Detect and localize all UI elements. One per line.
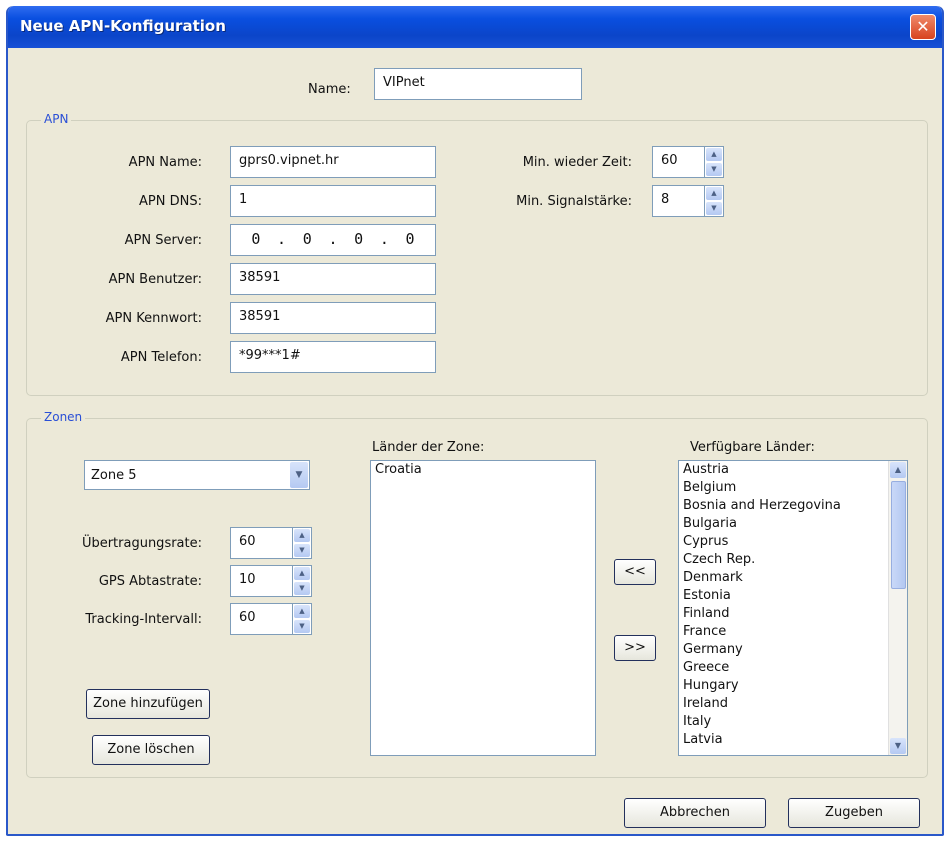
submit-button[interactable]: Zugeben (788, 798, 920, 828)
min-time-label: Min. wieder Zeit: (522, 155, 632, 170)
tracking-label: Tracking-Intervall: (85, 612, 202, 627)
available-countries-label: Verfügbare Länder: (690, 440, 815, 455)
cancel-button[interactable]: Abbrechen (624, 798, 766, 828)
min-time-spinner[interactable]: 60 ▲ ▼ (652, 146, 724, 178)
list-item[interactable]: Hungary (679, 677, 907, 695)
scroll-down-icon[interactable]: ▼ (890, 738, 906, 754)
name-input[interactable]: VIPnet (374, 68, 582, 100)
list-item[interactable]: Greece (679, 659, 907, 677)
apn-password-input[interactable]: 38591 (230, 302, 436, 334)
min-signal-label: Min. Signalstärke: (516, 194, 632, 209)
zone-select-value: Zone 5 (91, 468, 137, 483)
min-time-value[interactable]: 60 (652, 146, 704, 178)
close-icon: ✕ (916, 17, 930, 36)
spin-up-icon[interactable]: ▲ (706, 148, 722, 161)
zone-countries-label: Länder der Zone: (372, 440, 485, 455)
spin-up-icon[interactable]: ▲ (294, 567, 310, 580)
list-item[interactable]: Italy (679, 713, 907, 731)
apn-server-ip-input[interactable]: 0 . 0 . 0 . 0 (230, 224, 436, 256)
apn-user-label: APN Benutzer: (108, 272, 202, 287)
ip-octet[interactable]: 0 (303, 230, 312, 250)
list-item[interactable]: Croatia (371, 461, 595, 479)
list-item[interactable]: Ireland (679, 695, 907, 713)
ip-octet[interactable]: 0 (406, 230, 415, 250)
ip-dot: . (379, 230, 389, 248)
scrollbar[interactable]: ▲ ▼ (888, 461, 907, 755)
spin-down-icon[interactable]: ▼ (706, 202, 722, 215)
gps-value[interactable]: 10 (230, 565, 292, 597)
apn-name-label: APN Name: (128, 155, 202, 170)
zone-countries-list[interactable]: Croatia (370, 460, 596, 756)
scroll-up-icon[interactable]: ▲ (890, 462, 906, 478)
tracking-value[interactable]: 60 (230, 603, 292, 635)
list-item[interactable]: Estonia (679, 587, 907, 605)
spin-down-icon[interactable]: ▼ (706, 163, 722, 176)
rate-spinner[interactable]: 60 ▲ ▼ (230, 527, 312, 559)
apn-name-input[interactable]: gprs0.vipnet.hr (230, 146, 436, 178)
apn-user-input[interactable]: 38591 (230, 263, 436, 295)
apn-config-dialog: Neue APN-Konfiguration ✕ Name: VIPnet AP… (6, 6, 944, 836)
spin-down-icon[interactable]: ▼ (294, 620, 310, 633)
zone-select[interactable]: Zone 5 ▼ (84, 460, 310, 490)
close-button[interactable]: ✕ (910, 14, 936, 40)
apn-dns-label: APN DNS: (139, 194, 202, 209)
list-item[interactable]: Finland (679, 605, 907, 623)
title-bar[interactable]: Neue APN-Konfiguration ✕ (8, 6, 942, 48)
spin-up-icon[interactable]: ▲ (294, 529, 310, 542)
zones-group-title: Zonen (41, 410, 86, 424)
move-left-button[interactable]: << (614, 559, 656, 585)
spin-up-icon[interactable]: ▲ (294, 605, 310, 618)
gps-spinner[interactable]: 10 ▲ ▼ (230, 565, 312, 597)
min-signal-spinner[interactable]: 8 ▲ ▼ (652, 185, 724, 217)
rate-value[interactable]: 60 (230, 527, 292, 559)
apn-phone-input[interactable]: *99***1# (230, 341, 436, 373)
list-item[interactable]: Latvia (679, 731, 907, 749)
scrollbar-thumb[interactable] (891, 481, 906, 589)
available-countries-list[interactable]: Austria Belgium Bosnia and Herzegovina B… (678, 460, 908, 756)
min-signal-value[interactable]: 8 (652, 185, 704, 217)
list-item[interactable]: Belgium (679, 479, 907, 497)
ip-dot: . (328, 230, 338, 248)
list-item[interactable]: Czech Rep. (679, 551, 907, 569)
spin-up-icon[interactable]: ▲ (706, 187, 722, 200)
rate-label: Übertragungsrate: (81, 536, 202, 551)
tracking-spinner[interactable]: 60 ▲ ▼ (230, 603, 312, 635)
chevron-down-icon[interactable]: ▼ (290, 462, 308, 488)
apn-group-title: APN (41, 112, 72, 126)
spin-down-icon[interactable]: ▼ (294, 544, 310, 557)
ip-dot: . (277, 230, 287, 248)
apn-dns-input[interactable]: 1 (230, 185, 436, 217)
window-title: Neue APN-Konfiguration (20, 17, 226, 35)
list-item[interactable]: Cyprus (679, 533, 907, 551)
name-label: Name: (308, 82, 351, 97)
ip-octet[interactable]: 0 (251, 230, 260, 250)
dialog-content: Name: VIPnet APN APN Name: gprs0.vipnet.… (8, 48, 942, 834)
apn-password-label: APN Kennwort: (105, 311, 202, 326)
apn-server-label: APN Server: (124, 233, 202, 248)
list-item[interactable]: Austria (679, 461, 907, 479)
delete-zone-button[interactable]: Zone löschen (92, 735, 210, 765)
list-item[interactable]: Bosnia and Herzegovina (679, 497, 907, 515)
gps-label: GPS Abtastrate: (98, 574, 202, 589)
list-item[interactable]: Denmark (679, 569, 907, 587)
move-right-button[interactable]: >> (614, 635, 656, 661)
list-item[interactable]: Bulgaria (679, 515, 907, 533)
add-zone-button[interactable]: Zone hinzufügen (86, 689, 210, 719)
list-item[interactable]: France (679, 623, 907, 641)
spin-down-icon[interactable]: ▼ (294, 582, 310, 595)
list-item[interactable]: Germany (679, 641, 907, 659)
apn-phone-label: APN Telefon: (120, 350, 202, 365)
ip-octet[interactable]: 0 (354, 230, 363, 250)
